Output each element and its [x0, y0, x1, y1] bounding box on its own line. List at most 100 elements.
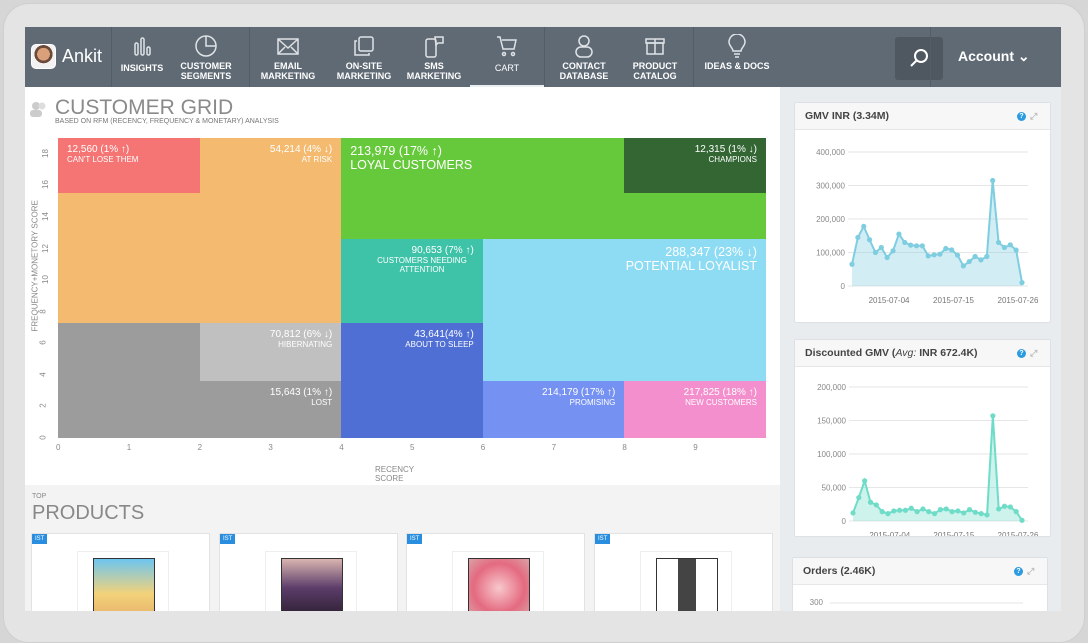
segment-customers-needing-attention[interactable]: 90,653 (7% ↑) CUSTOMERS NEEDING ATTENTION — [341, 239, 483, 323]
segment-champions[interactable]: 12,315 (1% ↓) CHAMPIONS — [624, 138, 766, 194]
data-point[interactable] — [862, 478, 868, 484]
data-point[interactable] — [961, 510, 967, 516]
x-tick-label: 2015-07-15 — [933, 531, 974, 537]
orders-chart: 300 — [810, 598, 1023, 607]
data-point[interactable] — [966, 258, 972, 265]
segment-filler[interactable] — [58, 322, 200, 382]
data-point[interactable] — [990, 177, 996, 184]
data-point[interactable] — [891, 508, 897, 514]
account-menu[interactable]: Account ⌄ — [958, 48, 1030, 65]
data-point[interactable] — [990, 413, 996, 419]
data-point[interactable] — [879, 509, 885, 515]
product-card[interactable]: IST — [219, 533, 398, 611]
data-point[interactable] — [866, 237, 873, 243]
data-point[interactable] — [954, 252, 961, 258]
nav-item-on-site-marketing[interactable]: ON-SITE MARKETING — [327, 27, 401, 87]
expand-icon[interactable]: ⤢ — [1030, 348, 1040, 358]
data-point[interactable] — [890, 248, 896, 254]
data-point[interactable] — [920, 506, 926, 512]
data-point[interactable] — [937, 251, 943, 257]
segment-new-customers[interactable]: 217,825 (18% ↑) NEW CUSTOMERS — [624, 381, 766, 438]
data-point[interactable] — [913, 243, 920, 249]
data-point[interactable] — [896, 231, 902, 237]
data-point[interactable] — [872, 249, 879, 256]
nav-item-product-catalog[interactable]: PRODUCT CATALOG — [618, 27, 692, 87]
segment-can-t-lose-them[interactable]: 12,560 (1% ↑) CAN'T LOSE THEM — [58, 138, 200, 194]
segment-potential-loyalist[interactable]: 288,347 (23% ↓) POTENTIAL LOYALIST — [482, 239, 766, 382]
data-point[interactable] — [908, 505, 914, 511]
data-point[interactable] — [955, 508, 961, 514]
data-point[interactable] — [925, 253, 931, 259]
data-point[interactable] — [902, 507, 909, 513]
data-point[interactable] — [978, 511, 984, 517]
segment-lost[interactable]: 15,643 (1% ↑) LOST — [58, 381, 342, 438]
help-icon[interactable]: ? — [1014, 567, 1023, 576]
data-point[interactable] — [1013, 509, 1019, 515]
segment-promising[interactable]: 214,179 (17% ↑) PROMISING — [482, 381, 625, 438]
widget-title-note: Avg: — [895, 347, 917, 359]
data-point[interactable] — [873, 502, 879, 508]
data-point[interactable] — [949, 247, 955, 253]
data-point[interactable] — [919, 243, 925, 249]
data-point[interactable] — [861, 223, 867, 229]
data-point[interactable] — [960, 263, 966, 269]
data-point[interactable] — [996, 506, 1002, 512]
data-point[interactable] — [931, 511, 938, 517]
data-point[interactable] — [850, 510, 856, 516]
data-point[interactable] — [1013, 247, 1019, 253]
product-card[interactable]: IST — [31, 533, 210, 611]
data-point[interactable] — [878, 244, 884, 251]
nav-item-contact-database[interactable]: CONTACT DATABASE — [547, 27, 621, 87]
nav-item-ideas-docs[interactable]: IDEAS & DOCS — [700, 27, 774, 87]
data-point[interactable] — [902, 239, 908, 246]
y-tick-label: 400,000 — [816, 148, 845, 157]
data-point[interactable] — [931, 252, 937, 258]
data-point[interactable] — [995, 239, 1002, 246]
search-button[interactable] — [895, 37, 943, 80]
data-point[interactable] — [908, 242, 914, 248]
nav-item-label: CUSTOMER SEGMENTS — [180, 61, 232, 81]
data-point[interactable] — [926, 509, 932, 515]
data-point[interactable] — [937, 507, 944, 513]
data-point[interactable] — [949, 509, 955, 515]
data-point[interactable] — [849, 261, 855, 267]
nav-item-insights[interactable]: INSIGHTS — [105, 27, 179, 87]
expand-icon[interactable]: ⤢ — [1030, 111, 1040, 121]
user-profile[interactable]: Ankit — [31, 44, 102, 69]
segment-hibernating[interactable]: 70,812 (6% ↓) HIBERNATING — [199, 322, 342, 382]
data-point[interactable] — [984, 253, 990, 260]
data-point[interactable] — [943, 245, 949, 252]
nav-item-cart[interactable]: CART — [470, 27, 544, 87]
x-tick-label: 8 — [622, 443, 627, 452]
data-point[interactable] — [978, 257, 984, 263]
data-point[interactable] — [1001, 503, 1008, 509]
data-point[interactable] — [1007, 504, 1013, 510]
data-point[interactable] — [1001, 244, 1008, 251]
data-point[interactable] — [966, 507, 973, 513]
nav-item-customer-segments[interactable]: CUSTOMER SEGMENTS — [169, 27, 243, 87]
nav-item-email-marketing[interactable]: EMAIL MARKETING — [251, 27, 325, 87]
nav-item-label: EMAIL MARKETING — [260, 61, 316, 81]
product-card[interactable]: IST — [594, 533, 773, 611]
data-point[interactable] — [943, 506, 949, 512]
data-point[interactable] — [972, 253, 978, 260]
data-point[interactable] — [884, 254, 890, 261]
help-icon[interactable]: ? — [1017, 112, 1026, 121]
data-point[interactable] — [914, 509, 920, 515]
data-point[interactable] — [855, 234, 861, 241]
help-icon[interactable]: ? — [1017, 349, 1026, 358]
data-point[interactable] — [1007, 242, 1013, 248]
data-point[interactable] — [972, 509, 978, 515]
data-point[interactable] — [856, 494, 862, 501]
data-point[interactable] — [867, 499, 874, 505]
data-point[interactable] — [885, 511, 891, 517]
data-point[interactable] — [897, 507, 903, 513]
person-icon — [575, 35, 593, 58]
expand-icon[interactable]: ⤢ — [1027, 566, 1037, 576]
data-point[interactable] — [1019, 280, 1025, 286]
data-point[interactable] — [984, 512, 990, 518]
segment-about-to-sleep[interactable]: 43,641(4% ↑) ABOUT TO SLEEP — [341, 322, 483, 438]
product-card[interactable]: IST — [406, 533, 585, 611]
nav-item-sms-marketing[interactable]: SMS MARKETING — [397, 27, 471, 87]
data-point[interactable] — [1019, 517, 1025, 523]
